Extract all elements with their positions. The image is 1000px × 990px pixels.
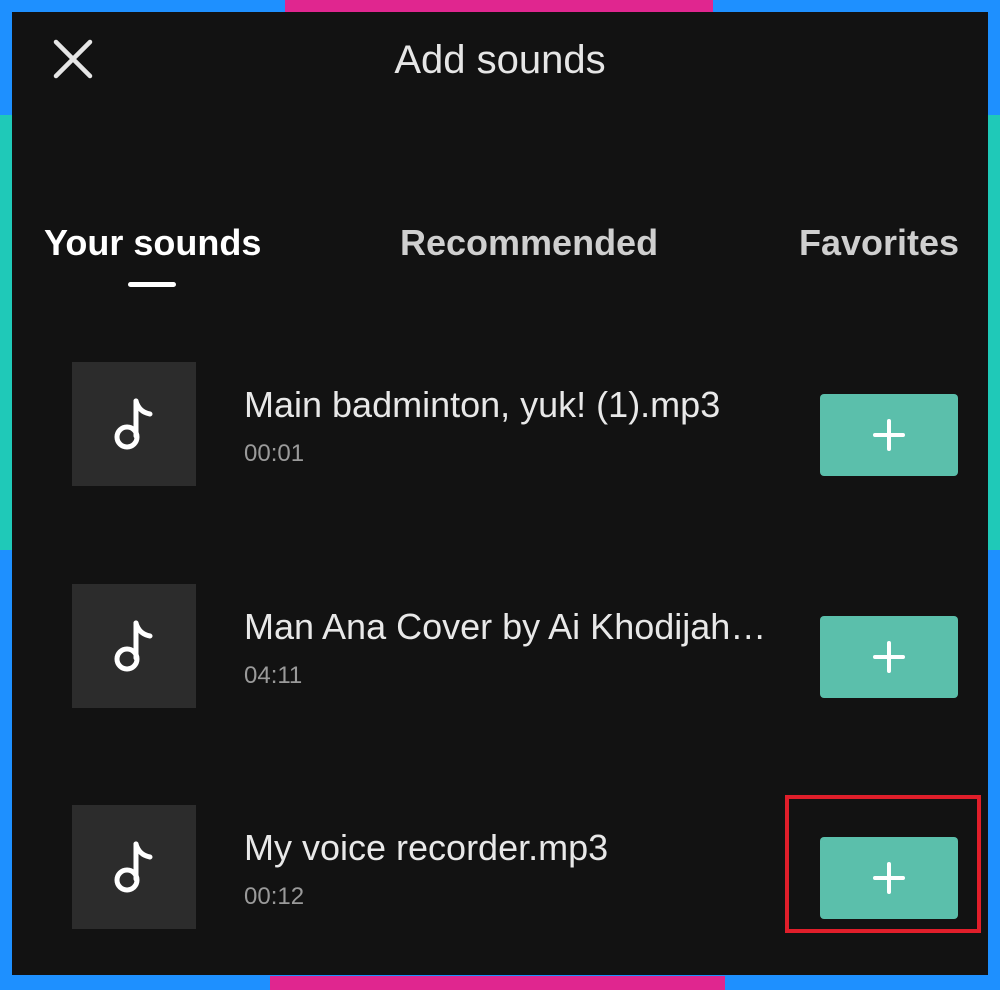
sound-thumbnail: [72, 584, 196, 708]
music-note-icon: [114, 398, 153, 450]
sound-list-item[interactable]: Man Ana Cover by Ai Khodijah… 04:11: [12, 584, 988, 710]
tab-recommended[interactable]: Recommended: [400, 222, 658, 264]
frame-border-bottom-left: [0, 976, 270, 990]
tab-your-sounds[interactable]: Your sounds: [44, 222, 261, 264]
frame-border-top-right: [713, 0, 1000, 12]
frame-border-bottom-center: [270, 976, 725, 990]
add-sound-button[interactable]: [820, 616, 958, 698]
sound-title: Main badminton, yuk! (1).mp3: [244, 384, 721, 425]
frame-border-right-accent: [988, 115, 1000, 550]
sound-title: Man Ana Cover by Ai Khodijah…: [244, 606, 767, 647]
sound-duration: 04:11: [244, 662, 303, 689]
sound-thumbnail: [72, 362, 196, 486]
frame-border-top-left: [0, 0, 285, 12]
plus-icon: [873, 419, 905, 451]
sound-thumbnail: [72, 805, 196, 929]
frame-border-top-center: [285, 0, 713, 12]
plus-icon: [873, 862, 905, 894]
sound-list-item[interactable]: Main badminton, yuk! (1).mp3 00:01: [12, 362, 988, 488]
page-title: Add sounds: [394, 38, 606, 82]
sound-list-item[interactable]: My voice recorder.mp3 00:12: [12, 805, 988, 931]
add-sound-button[interactable]: [820, 837, 958, 919]
sound-duration: 00:01: [244, 440, 305, 467]
sound-duration: 00:12: [244, 883, 305, 910]
tab-favorites[interactable]: Favorites: [799, 222, 959, 264]
sound-title: My voice recorder.mp3: [244, 827, 609, 868]
add-sound-button[interactable]: [820, 394, 958, 476]
add-sounds-screen: Add sounds Your sounds Recommended Favor…: [12, 12, 988, 975]
plus-icon: [873, 641, 905, 673]
music-note-icon: [114, 620, 153, 672]
frame-border-left-accent: [0, 115, 12, 550]
music-note-icon: [114, 841, 153, 893]
active-tab-indicator: [128, 282, 176, 287]
frame-border-bottom-right: [725, 976, 1000, 990]
